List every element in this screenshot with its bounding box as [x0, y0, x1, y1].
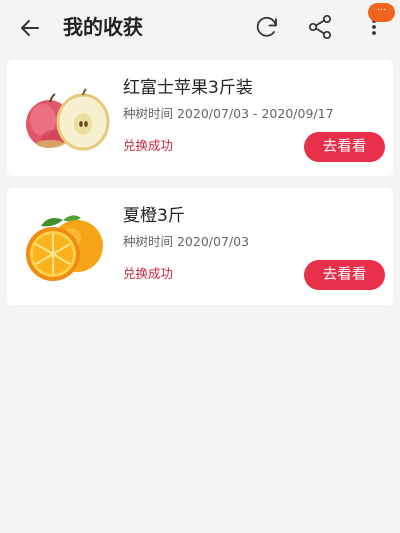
notification-badge[interactable]: ···	[368, 3, 395, 22]
planting-period: 种树时间 2020/07/03	[123, 234, 250, 249]
status-label: 兑换成功	[123, 138, 174, 153]
orange-image	[26, 215, 103, 281]
item-title: 夏橙3斤	[123, 206, 185, 226]
back-icon[interactable]	[16, 14, 44, 42]
page-title: 我的收获	[63, 15, 143, 39]
view-button[interactable]: 去看看	[304, 260, 385, 290]
harvest-item-card: 夏橙3斤 种树时间 2020/07/03 兑换成功 去看看	[7, 188, 393, 305]
harvest-item-card: 红富士苹果3斤装 种树时间 2020/07/03 - 2020/09/17 兑换…	[7, 60, 393, 176]
apple-image	[26, 88, 110, 151]
item-title: 红富士苹果3斤装	[123, 78, 253, 98]
view-button[interactable]: 去看看	[304, 132, 385, 162]
planting-period: 种树时间 2020/07/03 - 2020/09/17	[123, 106, 334, 121]
refresh-icon[interactable]	[253, 13, 281, 41]
status-label: 兑换成功	[123, 266, 174, 281]
app-header: 我的收获 ···	[0, 0, 400, 54]
share-icon[interactable]	[306, 13, 334, 41]
